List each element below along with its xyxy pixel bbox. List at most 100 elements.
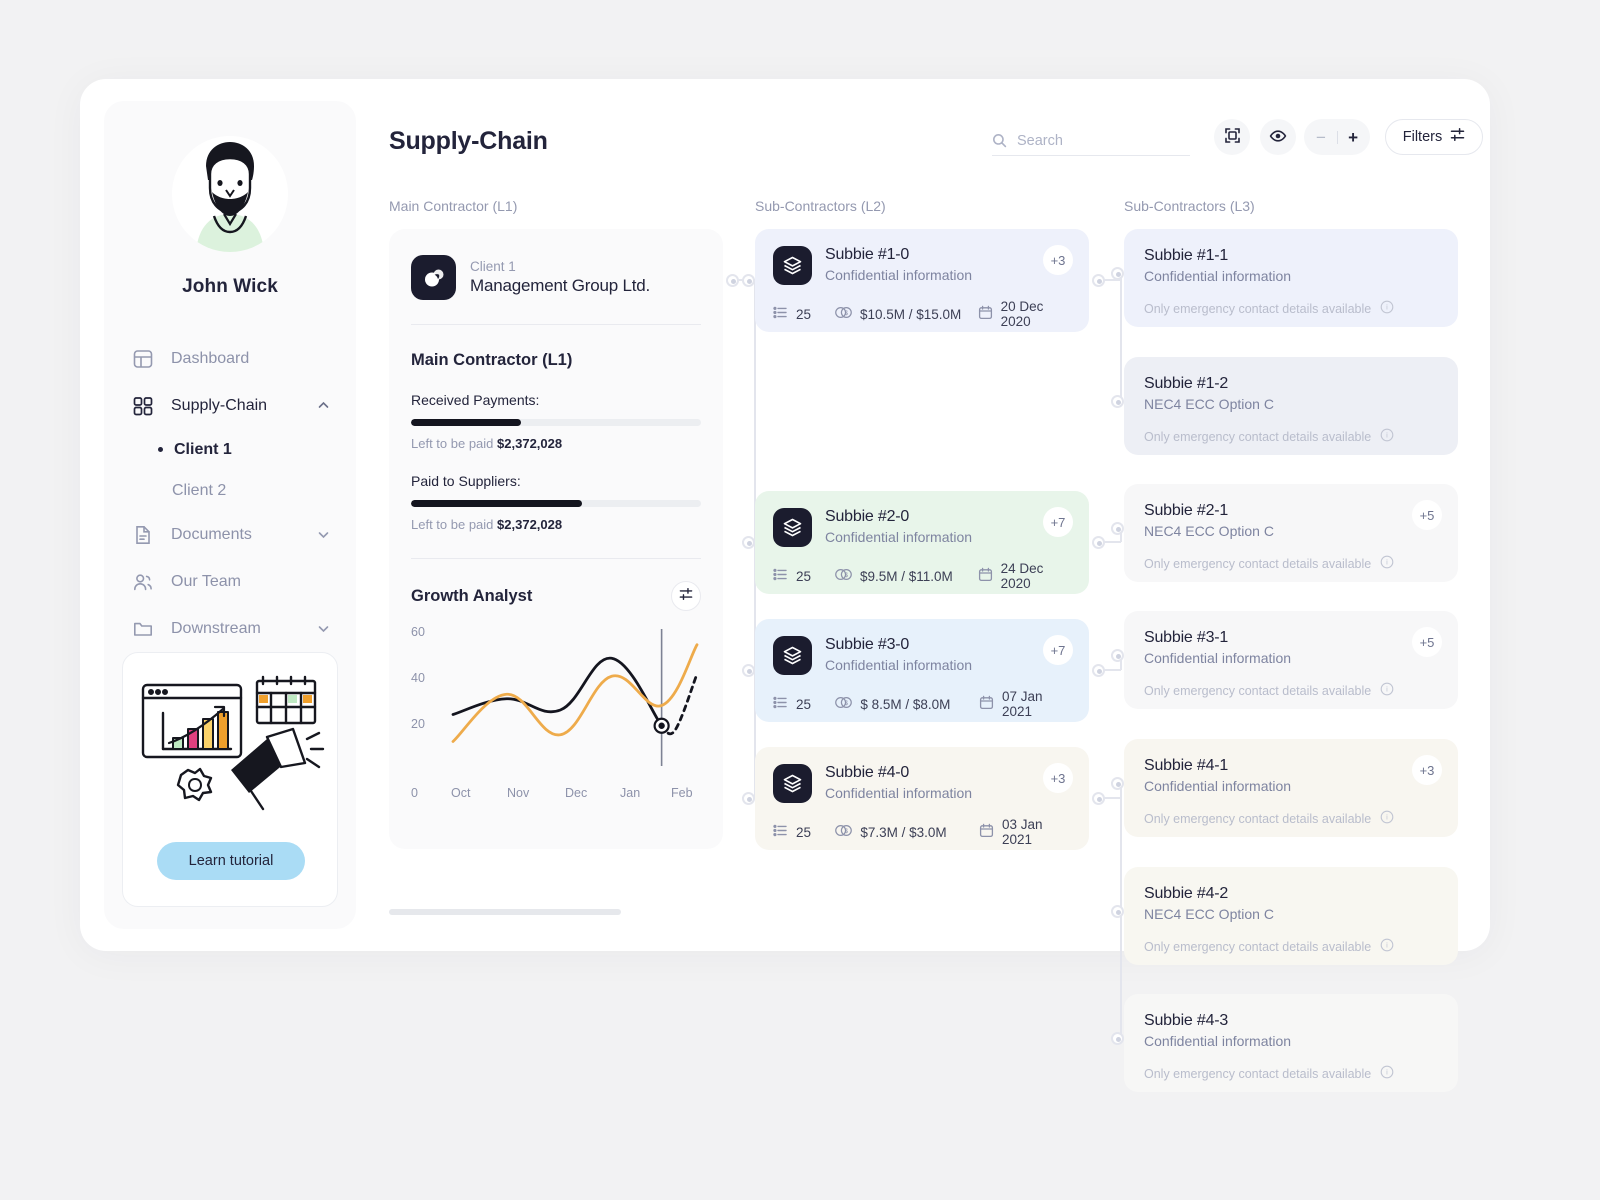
sidebar-item-dashboard[interactable]: Dashboard (104, 335, 356, 382)
info-icon[interactable]: i (1380, 682, 1394, 699)
node-count-badge[interactable]: +7 (1043, 507, 1073, 537)
sidebar-subitem-label: Client 1 (174, 440, 232, 458)
info-icon[interactable]: i (1380, 300, 1394, 317)
meta-date: 24 Dec 2020 (978, 561, 1071, 591)
l3-node-card[interactable]: Subbie #4-1 Confidential information +3 … (1124, 739, 1458, 837)
node-title: Subbie #1-0 (825, 246, 910, 263)
bar-note-value: $2,372,028 (497, 436, 563, 451)
node-subtitle: Confidential information (1144, 268, 1292, 284)
l3-node-card[interactable]: Subbie #1-2 NEC4 ECC Option C Only emerg… (1124, 357, 1458, 455)
connector-node (1110, 776, 1124, 790)
sidebar-item-documents[interactable]: Documents (104, 511, 356, 558)
connector-node (1110, 1031, 1124, 1045)
connector-node (1110, 521, 1124, 535)
main-contractor-card[interactable]: Client 1 Management Group Ltd. Main Cont… (389, 229, 723, 849)
chevron-up-icon[interactable] (317, 399, 330, 412)
x-tick-label: Nov (507, 786, 530, 800)
sidebar-item-client-2[interactable]: Client 2 (104, 470, 356, 511)
calendar-icon (978, 567, 993, 585)
sidebar-nav: Dashboard Supply-Chain Client 1 Client 2… (104, 335, 356, 652)
meta-date: 07 Jan 2021 (979, 689, 1071, 719)
sidebar-item-supply-chain[interactable]: Supply-Chain (104, 382, 356, 429)
l3-node-card[interactable]: Subbie #4-3 Confidential information Onl… (1124, 994, 1458, 1092)
sidebar-item-label: Supply-Chain (171, 396, 268, 414)
svg-text:i: i (1386, 941, 1388, 950)
svg-text:$: $ (845, 829, 849, 835)
section-title: Main Contractor (L1) (411, 351, 573, 369)
sidebar-item-downstream[interactable]: Downstream (104, 605, 356, 652)
svg-text:i: i (1386, 303, 1388, 312)
search-field[interactable] (992, 126, 1190, 156)
bar-note-prefix: Left to be paid (411, 436, 494, 451)
connector-node (741, 791, 755, 805)
paid-to-suppliers-bar: Paid to Suppliers: Left to be paid $2,37… (411, 473, 701, 532)
horizontal-scrollbar[interactable] (389, 909, 1089, 915)
connector-line (1104, 541, 1121, 543)
x-tick-label: Feb (671, 786, 693, 800)
scrollbar-thumb[interactable] (389, 909, 621, 915)
l3-node-card[interactable]: Subbie #3-1 Confidential information +5 … (1124, 611, 1458, 709)
svg-text:i: i (1386, 558, 1388, 567)
l2-node-card[interactable]: Subbie #4-0 Confidential information +3 … (755, 747, 1089, 850)
column-header-l2: Sub-Contractors (L2) (755, 198, 886, 214)
node-count-badge[interactable]: +3 (1043, 245, 1073, 275)
node-note: Only emergency contact details available… (1144, 810, 1438, 827)
sidebar-item-label: Dashboard (171, 349, 250, 367)
svg-text:i: i (1386, 1068, 1388, 1077)
node-note-text: Only emergency contact details available (1144, 429, 1372, 444)
filters-button[interactable]: Filters (1385, 119, 1483, 155)
l2-node-card[interactable]: Subbie #3-0 Confidential information +7 … (755, 619, 1089, 722)
node-meta: 25 $ $ 8.5M / $8.0M 07 Jan 2021 (773, 689, 1071, 719)
chart-options-button[interactable] (671, 581, 701, 611)
zoom-in-button[interactable]: + (1348, 129, 1358, 146)
node-note: Only emergency contact details available… (1144, 300, 1438, 317)
info-icon[interactable]: i (1380, 555, 1394, 572)
l3-node-card[interactable]: Subbie #1-1 Confidential information Onl… (1124, 229, 1458, 327)
bar-note-prefix: Left to be paid (411, 517, 494, 532)
sidebar: John Wick Dashboard Supply-Chain Client … (104, 101, 356, 929)
company-name: Management Group Ltd. (470, 276, 651, 295)
chevron-down-icon[interactable] (317, 622, 330, 635)
node-title: Subbie #2-0 (825, 508, 910, 525)
fullscreen-button[interactable] (1214, 119, 1250, 155)
divider (1336, 130, 1338, 144)
layers-icon (773, 246, 812, 285)
zoom-out-button[interactable]: − (1316, 129, 1326, 146)
sidebar-item-our-team[interactable]: Our Team (104, 558, 356, 605)
node-count-badge[interactable]: +5 (1412, 500, 1442, 530)
node-subtitle: Confidential information (825, 267, 973, 283)
info-icon[interactable]: i (1380, 428, 1394, 445)
node-note: Only emergency contact details available… (1144, 555, 1438, 572)
learn-tutorial-button[interactable]: Learn tutorial (157, 842, 305, 880)
info-icon[interactable]: i (1380, 938, 1394, 955)
growth-chart: 60 40 20 0 Oct Nov Dec Jan Feb (411, 625, 701, 800)
node-title: Subbie #3-1 (1144, 629, 1229, 646)
info-icon[interactable]: i (1380, 810, 1394, 827)
node-count-badge[interactable]: +5 (1412, 627, 1442, 657)
node-header: Subbie #3-0 Confidential information (773, 636, 1071, 675)
received-payments-bar: Received Payments: Left to be paid $2,37… (411, 392, 701, 451)
l2-node-card[interactable]: Subbie #1-0 Confidential information +3 … (755, 229, 1089, 332)
sidebar-item-client-1[interactable]: Client 1 (104, 429, 356, 470)
search-input[interactable] (1017, 132, 1190, 149)
chevron-down-icon[interactable] (317, 528, 330, 541)
node-subtitle: Confidential information (1144, 1033, 1292, 1049)
progress-track (411, 500, 701, 507)
x-tick-label: Dec (565, 786, 588, 800)
visibility-button[interactable] (1260, 119, 1296, 155)
node-count-badge[interactable]: +3 (1043, 763, 1073, 793)
divider (411, 558, 701, 559)
tutorial-card: Learn tutorial (122, 652, 338, 907)
info-icon[interactable]: i (1380, 1065, 1394, 1082)
l2-node-card[interactable]: Subbie #2-0 Confidential information +7 … (755, 491, 1089, 594)
node-title: Subbie #2-1 (1144, 502, 1229, 519)
sidebar-item-label: Downstream (171, 619, 261, 637)
l3-node-card[interactable]: Subbie #4-2 NEC4 ECC Option C Only emerg… (1124, 867, 1458, 965)
node-count-badge[interactable]: +3 (1412, 755, 1442, 785)
zoom-controls: − + (1304, 119, 1370, 155)
node-count-badge[interactable]: +7 (1043, 635, 1073, 665)
connector-line (1104, 669, 1121, 671)
l3-node-card[interactable]: Subbie #2-1 NEC4 ECC Option C +5 Only em… (1124, 484, 1458, 582)
meta-money: $ $7.3M / $3.0M (835, 823, 979, 841)
document-icon (132, 524, 154, 546)
